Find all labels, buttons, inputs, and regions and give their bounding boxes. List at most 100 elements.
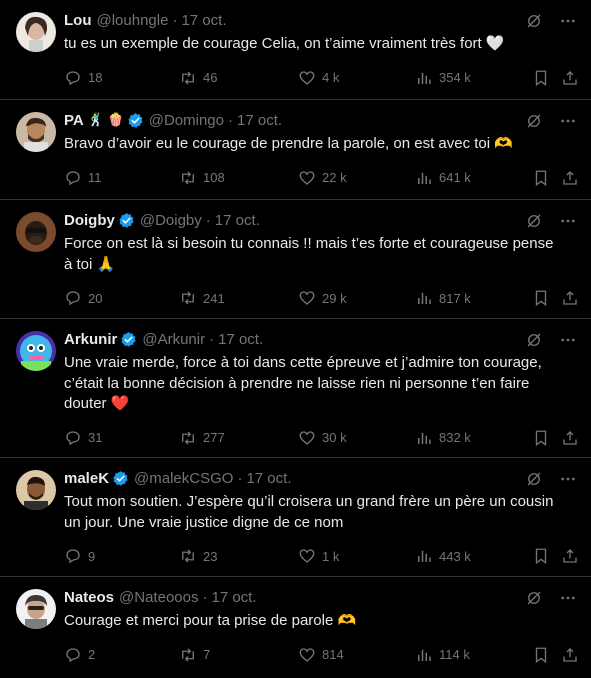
grok-icon[interactable] <box>525 112 543 135</box>
bookmark-button[interactable] <box>532 169 550 187</box>
timestamp[interactable]: 17 oct. <box>237 112 282 129</box>
separator-dot: · <box>202 588 208 606</box>
retweet-button[interactable]: 108 <box>179 169 225 187</box>
verified-badge-icon <box>113 470 128 486</box>
share-button[interactable] <box>561 429 579 447</box>
timestamp[interactable]: 17 oct. <box>246 470 291 487</box>
like-button[interactable]: 1 k <box>298 547 339 565</box>
display-name[interactable]: PA <box>64 112 84 129</box>
views-icon <box>418 550 431 562</box>
user-handle[interactable]: @Doigby <box>140 212 202 229</box>
more-icon[interactable] <box>559 470 577 493</box>
retweet-icon <box>182 71 194 84</box>
reply-icon <box>66 70 80 85</box>
like-button[interactable]: 4 k <box>298 69 339 87</box>
like-button[interactable]: 22 k <box>298 169 347 187</box>
share-button[interactable] <box>561 69 579 87</box>
like-count: 1 k <box>322 548 340 564</box>
user-handle[interactable]: @Nateooos <box>119 589 198 606</box>
bookmark-button[interactable] <box>532 646 550 664</box>
views-button[interactable]: 443 k <box>415 547 471 565</box>
grok-icon[interactable] <box>525 589 543 612</box>
reply-button[interactable]: 18 <box>64 69 102 87</box>
timestamp[interactable]: 17 oct. <box>211 589 256 606</box>
retweet-button[interactable]: 23 <box>179 547 217 565</box>
reply-button[interactable]: 31 <box>64 429 102 447</box>
like-count: 814 <box>322 647 344 662</box>
timestamp[interactable]: 17 oct. <box>215 212 260 229</box>
reply-button[interactable]: 9 <box>64 547 95 565</box>
share-button[interactable] <box>561 169 579 187</box>
bookmark-button[interactable] <box>532 429 550 447</box>
grok-icon[interactable] <box>525 12 543 35</box>
bookmark-button[interactable] <box>532 69 550 87</box>
reply-feed: Lou @louhngle · 17 oct. tu es un exemple… <box>0 0 591 678</box>
reply-icon <box>66 430 80 445</box>
retweet-icon <box>182 171 194 184</box>
tweet[interactable]: Nateos @Nateooos · 17 oct. Courage et me… <box>0 577 591 678</box>
like-count: 29 k <box>322 290 347 306</box>
avatar[interactable] <box>16 470 56 510</box>
share-icon <box>563 549 577 563</box>
user-handle[interactable]: @Domingo <box>149 112 224 129</box>
like-button[interactable]: 814 <box>298 646 344 664</box>
grok-icon[interactable] <box>525 470 543 493</box>
timestamp[interactable]: 17 oct. <box>181 12 226 29</box>
share-button[interactable] <box>561 646 579 664</box>
avatar[interactable] <box>16 331 56 371</box>
display-name[interactable]: Arkunir <box>64 331 117 348</box>
reply-icon <box>66 170 80 185</box>
views-button[interactable]: 832 k <box>415 429 471 447</box>
tweet[interactable]: Lou @louhngle · 17 oct. tu es un exemple… <box>0 0 591 100</box>
display-name[interactable]: Lou <box>64 12 92 29</box>
more-icon[interactable] <box>559 589 577 612</box>
user-handle[interactable]: @malekCSGO <box>134 470 233 487</box>
grok-icon[interactable] <box>525 331 543 354</box>
like-button[interactable]: 29 k <box>298 289 347 307</box>
retweet-button[interactable]: 241 <box>179 289 225 307</box>
tweet[interactable]: PA 🕺 🍿 @Domingo · 17 oct. Bravo d’avoir … <box>0 100 591 200</box>
avatar[interactable] <box>16 212 56 252</box>
reply-button[interactable]: 11 <box>64 169 102 187</box>
user-handle[interactable]: @louhngle <box>97 12 169 29</box>
bookmark-button[interactable] <box>532 289 550 307</box>
like-button[interactable]: 30 k <box>298 429 347 447</box>
retweet-button[interactable]: 7 <box>179 646 210 664</box>
share-button[interactable] <box>561 289 579 307</box>
avatar[interactable] <box>16 12 56 52</box>
share-button[interactable] <box>561 547 579 565</box>
view-count: 354 k <box>439 70 471 85</box>
reply-button[interactable]: 20 <box>64 289 102 307</box>
more-icon[interactable] <box>559 12 577 35</box>
timestamp[interactable]: 17 oct. <box>218 331 263 348</box>
user-handle[interactable]: @Arkunir <box>142 331 205 348</box>
views-button[interactable]: 817 k <box>415 289 471 307</box>
display-name[interactable]: maleK <box>64 470 109 487</box>
name-emojis: 🕺 🍿 <box>87 112 124 127</box>
tweet[interactable]: Arkunir @Arkunir · 17 oct. Une vraie mer… <box>0 319 591 458</box>
more-icon[interactable] <box>559 331 577 354</box>
bookmark-button[interactable] <box>532 547 550 565</box>
display-name[interactable]: Doigby <box>64 212 115 229</box>
more-icon[interactable] <box>559 212 577 235</box>
views-button[interactable]: 641 k <box>415 169 471 187</box>
bookmark-icon <box>535 290 547 307</box>
action-bar: 11 108 22 k 641 k <box>64 168 577 188</box>
retweet-icon <box>182 291 194 305</box>
views-icon <box>418 172 431 184</box>
avatar[interactable] <box>16 589 56 629</box>
tweet[interactable]: Doigby @Doigby · 17 oct. Force on est là… <box>0 200 591 319</box>
heart-icon <box>299 291 315 305</box>
reply-button[interactable]: 2 <box>64 646 95 664</box>
retweet-button[interactable]: 46 <box>179 69 217 87</box>
tweet-text: Courage et merci pour ta prise de parole… <box>64 612 357 629</box>
views-button[interactable]: 354 k <box>415 69 471 87</box>
tweet[interactable]: maleK @malekCSGO · 17 oct. Tout mon sout… <box>0 458 591 577</box>
more-icon[interactable] <box>559 112 577 135</box>
grok-icon[interactable] <box>525 212 543 235</box>
views-button[interactable]: 114 k <box>415 646 470 664</box>
display-name[interactable]: Nateos <box>64 589 114 606</box>
action-bar: 9 23 1 k 443 k <box>64 546 577 566</box>
avatar[interactable] <box>16 112 56 152</box>
retweet-button[interactable]: 277 <box>179 429 225 447</box>
